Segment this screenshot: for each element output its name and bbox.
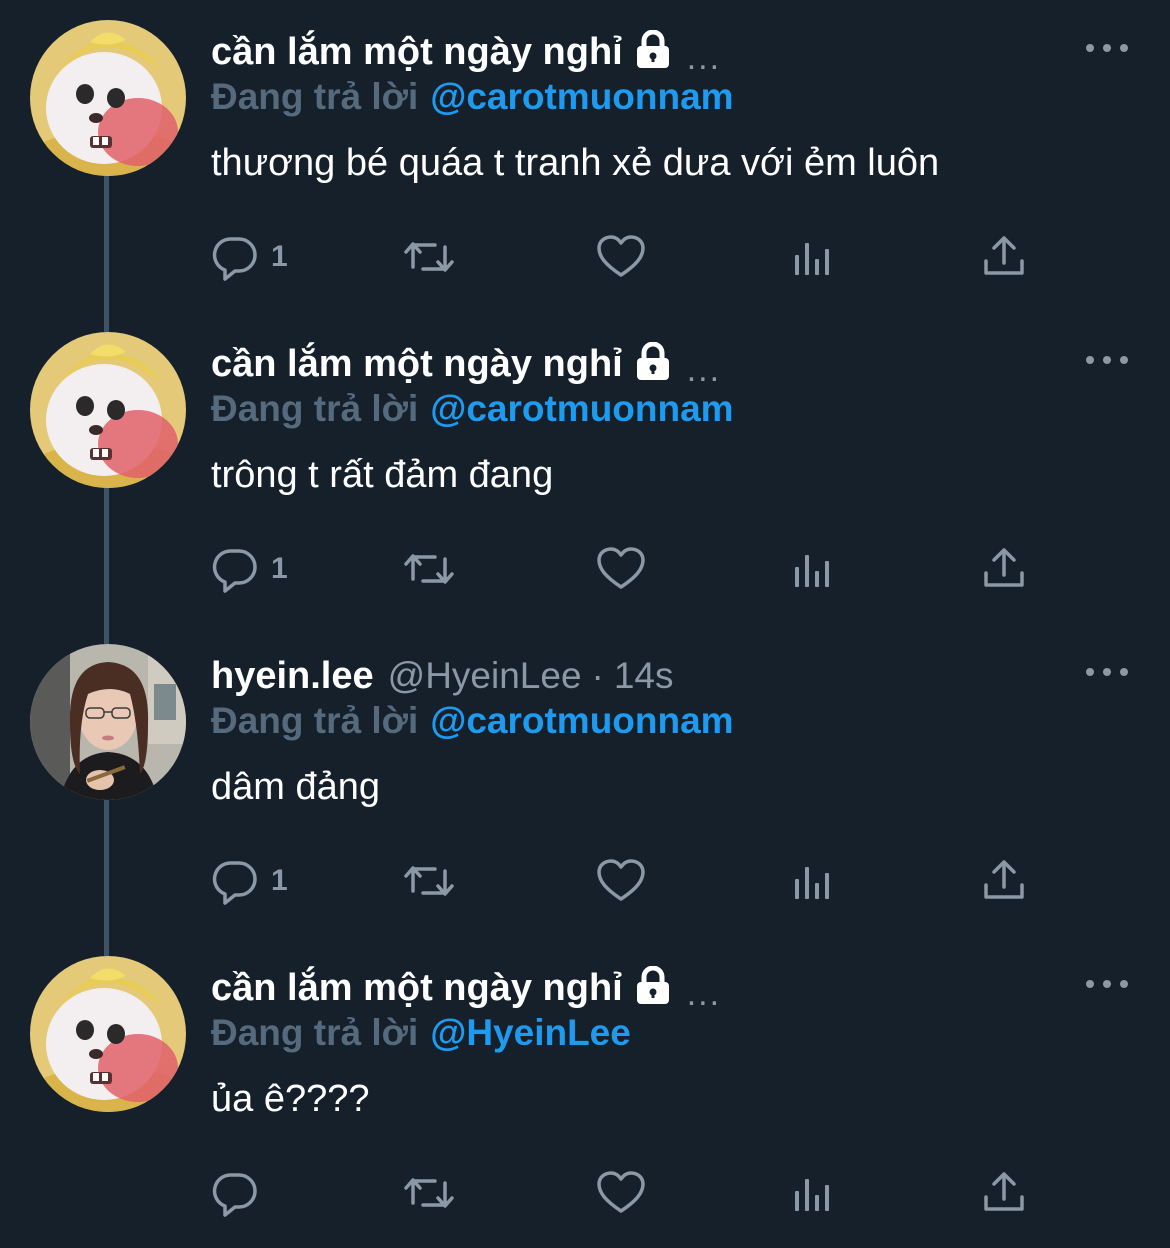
reply-icon [212,237,257,281]
mention-link[interactable]: @carotmuonnam [430,700,733,741]
more-options-icon[interactable] [1086,38,1128,58]
tweet-actions: 1 [211,856,1041,906]
yellow-hat-character-avatar [30,956,186,1112]
retweet-icon [404,866,454,896]
share-button[interactable] [981,856,1027,906]
share-icon [984,548,1024,587]
mention-link[interactable]: @HyeinLee [430,1012,631,1053]
like-icon [597,859,645,901]
replying-to: Đang trả lời @carotmuonnam [211,76,734,118]
retweet-button[interactable] [399,232,459,282]
reply-button[interactable]: 1 [211,544,288,594]
tweet-actions: 1 [211,544,1041,594]
retweet-button[interactable] [399,856,459,906]
reply-icon [212,861,257,905]
views-button[interactable] [791,232,835,282]
lock-icon [633,965,673,1011]
display-name[interactable]: hyein.lee [211,655,374,698]
like-button[interactable] [596,544,646,594]
yellow-hat-character-avatar [30,332,186,488]
tweet[interactable]: cần lắm một ngày nghỉ ... Đang trả lời @H… [0,936,1170,1248]
views-icon [795,555,829,587]
replying-to: Đang trả lời @carotmuonnam [211,388,734,430]
share-button[interactable] [981,544,1027,594]
replying-prefix: Đang trả lời [211,700,419,741]
header-overflow: ... [686,974,722,1013]
tweet-header: cần lắm một ngày nghỉ ... [211,336,721,392]
more-options-icon[interactable] [1086,662,1128,682]
display-name[interactable]: cần lắm một ngày nghỉ [211,343,623,386]
share-icon [984,236,1024,275]
mention-link[interactable]: @carotmuonnam [430,76,733,117]
tweet-header: hyein.lee @HyeinLee · 14s [211,648,674,704]
user-handle[interactable]: @HyeinLee [388,655,582,697]
avatar[interactable] [30,332,186,488]
views-icon [795,243,829,275]
avatar[interactable] [30,644,186,800]
share-button[interactable] [981,1168,1027,1218]
like-icon [597,547,645,589]
replying-to: Đang trả lời @carotmuonnam [211,700,734,742]
views-button[interactable] [791,856,835,906]
tweet-actions: 1 [211,232,1041,282]
reply-button[interactable] [211,1168,271,1218]
views-icon [795,867,829,899]
views-button[interactable] [791,1168,835,1218]
display-name[interactable]: cần lắm một ngày nghỉ [211,967,623,1010]
replying-prefix: Đang trả lời [211,1012,419,1053]
reply-count: 1 [271,552,288,585]
share-icon [984,860,1024,899]
more-options-icon[interactable] [1086,974,1128,994]
like-button[interactable] [596,1168,646,1218]
avatar[interactable] [30,20,186,176]
tweet-text: thương bé quáa t tranh xẻ dưa với ẻm luô… [211,142,940,184]
retweet-button[interactable] [399,1168,459,1218]
girl-photo-avatar [30,644,186,800]
reply-count: 1 [271,864,288,897]
lock-icon [633,29,673,75]
like-button[interactable] [596,232,646,282]
avatar[interactable] [30,956,186,1112]
reply-icon [212,1173,257,1217]
header-overflow: ... [686,350,722,389]
reply-icon [212,549,257,593]
replying-to: Đang trả lời @HyeinLee [211,1012,631,1054]
replying-prefix: Đang trả lời [211,388,419,429]
yellow-hat-character-avatar [30,20,186,176]
like-icon [597,1171,645,1213]
reply-count: 1 [271,240,288,273]
like-button[interactable] [596,856,646,906]
tweet[interactable]: hyein.lee @HyeinLee · 14s Đang trả lời @c… [0,624,1170,936]
tweet-header: cần lắm một ngày nghỉ ... [211,960,721,1016]
reply-button[interactable]: 1 [211,232,288,282]
like-icon [597,235,645,277]
share-button[interactable] [981,232,1027,282]
more-options-icon[interactable] [1086,350,1128,370]
retweet-icon [404,554,454,584]
tweet-header: cần lắm một ngày nghỉ ... [211,24,721,80]
replying-prefix: Đang trả lời [211,76,419,117]
display-name[interactable]: cần lắm một ngày nghỉ [211,31,623,74]
tweet-text: ủa ê???? [211,1078,370,1120]
lock-icon [633,341,673,387]
views-button[interactable] [791,544,835,594]
views-icon [795,1179,829,1211]
reply-button[interactable]: 1 [211,856,288,906]
mention-link[interactable]: @carotmuonnam [430,388,733,429]
separator: · [591,655,604,696]
header-overflow: ... [686,38,722,77]
tweet-actions [211,1168,1041,1218]
timestamp[interactable]: 14s [614,655,674,697]
retweet-button[interactable] [399,544,459,594]
retweet-icon [404,1178,454,1208]
tweet[interactable]: cần lắm một ngày nghỉ ... Đang trả lời @c… [0,312,1170,624]
tweet-text: dâm đảng [211,766,381,808]
retweet-icon [404,242,454,272]
tweet[interactable]: cần lắm một ngày nghỉ ... Đang trả lời @c… [0,0,1170,312]
tweet-text: trông t rất đảm đang [211,454,554,496]
share-icon [984,1172,1024,1211]
